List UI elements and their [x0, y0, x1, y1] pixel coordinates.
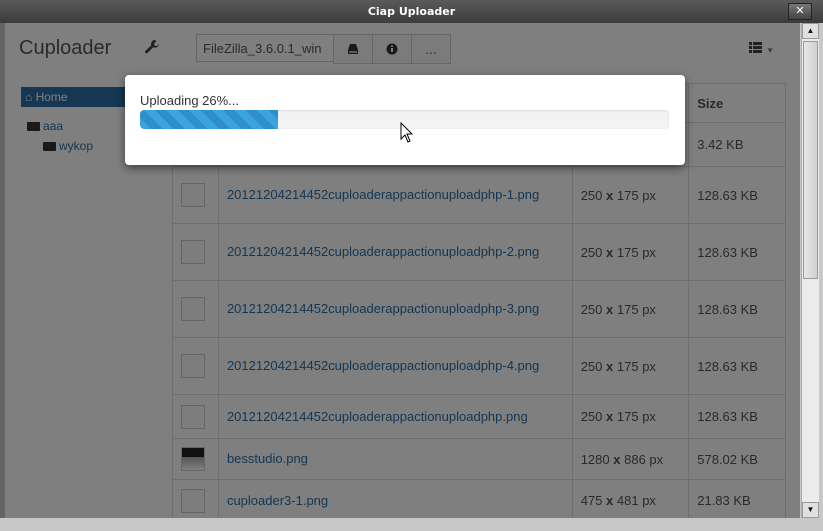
upload-status-text: Uploading 26%...	[140, 93, 240, 108]
title-bar[interactable]: Ciap Uploader ✕	[0, 0, 823, 23]
close-button[interactable]: ✕	[788, 3, 812, 20]
progress-bar-fill	[140, 110, 278, 129]
scroll-up-arrow[interactable]: ▲	[802, 23, 819, 39]
upload-progress-dialog: Uploading 26%...	[125, 75, 685, 165]
vertical-scrollbar[interactable]: ▲ ▼	[801, 23, 819, 518]
scroll-down-arrow[interactable]: ▼	[802, 502, 819, 518]
window-title: Ciap Uploader	[367, 5, 456, 18]
window-bottom-border	[0, 518, 823, 531]
mouse-pointer-icon	[400, 122, 414, 143]
scrollbar-thumb[interactable]	[803, 41, 818, 279]
uploader-window: Ciap Uploader ✕ Cuploader FileZilla_3.6.…	[0, 0, 823, 531]
